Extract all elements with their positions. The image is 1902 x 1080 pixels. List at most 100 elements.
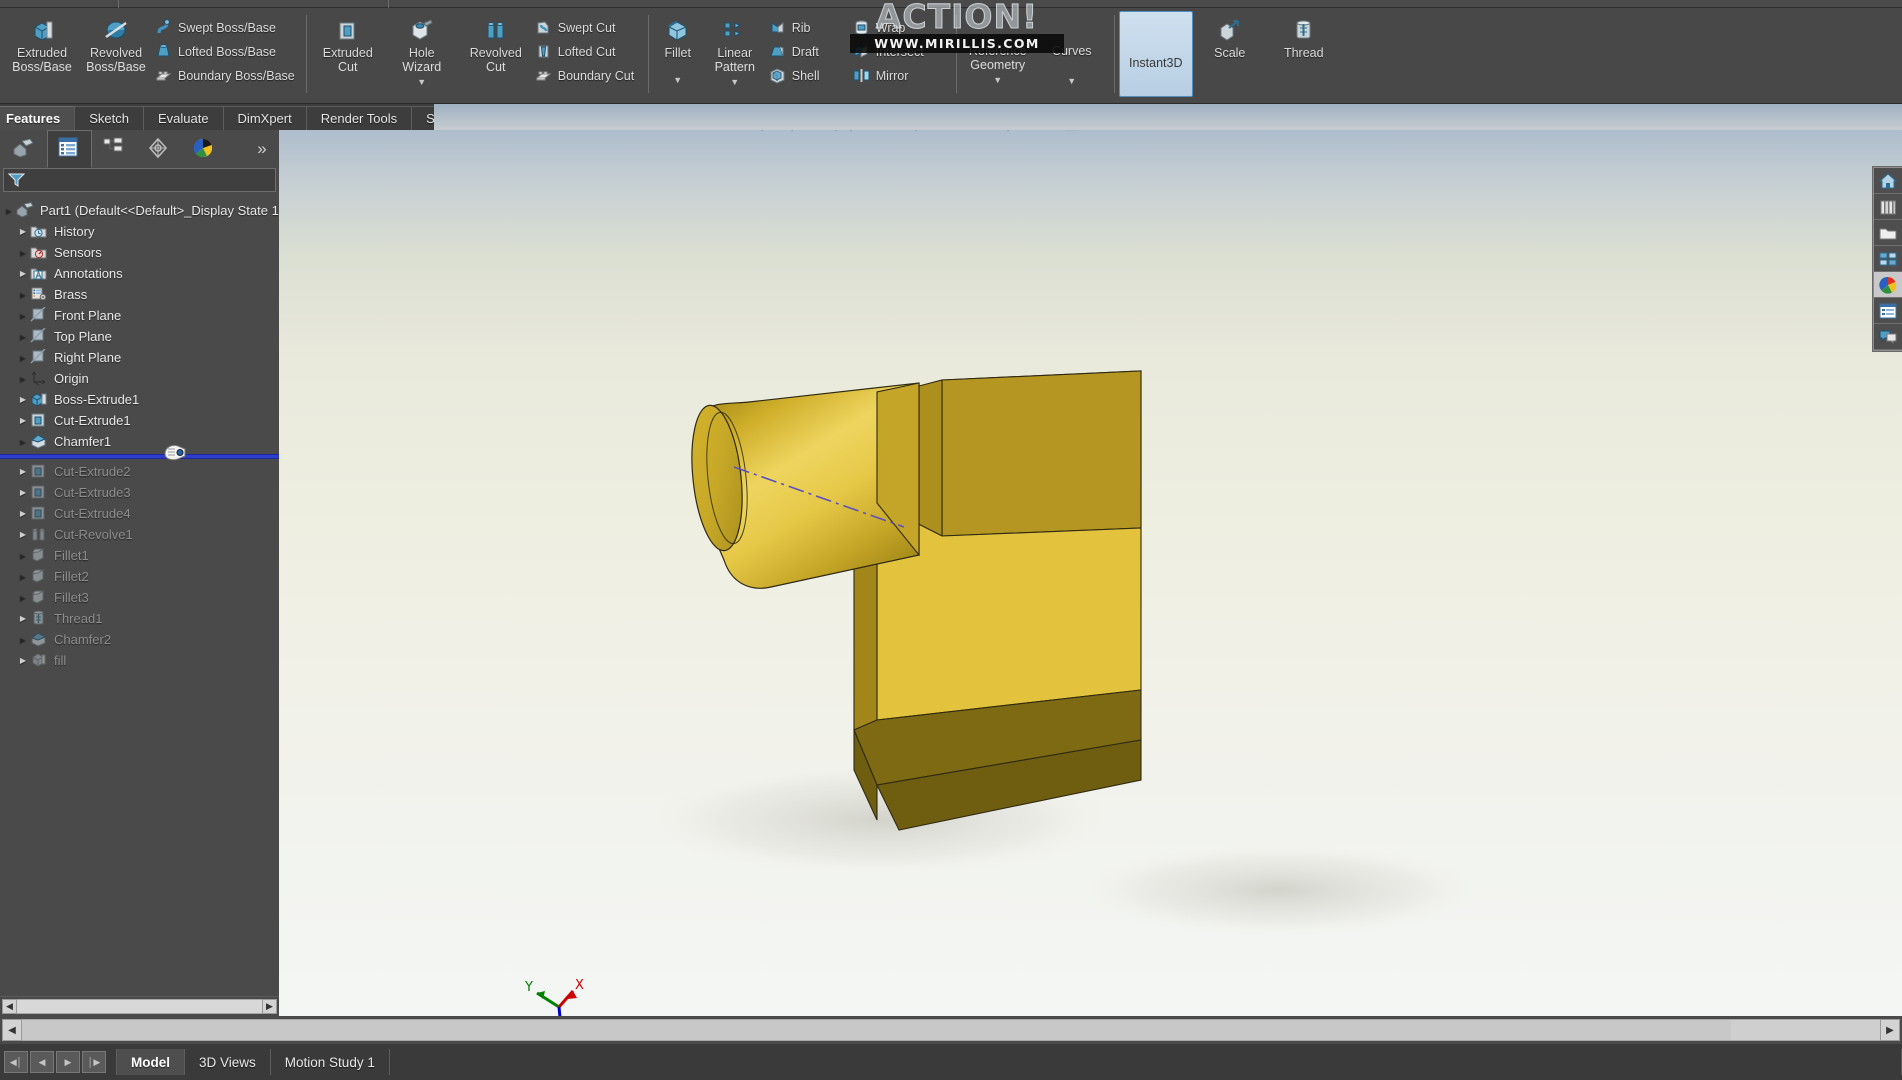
tab-render-tools[interactable]: Render Tools bbox=[305, 106, 413, 130]
status-tab-motion-study[interactable]: Motion Study 1 bbox=[271, 1049, 390, 1075]
tree-item-cut-revolve1[interactable]: ▶ Cut-Revolve1 bbox=[0, 524, 279, 545]
curves-button[interactable]: Curves ▼ bbox=[1035, 11, 1109, 86]
feature-tree-filter-input[interactable] bbox=[26, 173, 271, 187]
solidworks-forum-icon[interactable] bbox=[1874, 324, 1902, 350]
reference-geometry-dropdown-caret[interactable]: ▼ bbox=[993, 75, 1002, 85]
tree-item-right-plane[interactable]: ▶ Right Plane bbox=[0, 347, 279, 368]
intersect-button[interactable]: Intersect bbox=[851, 41, 951, 62]
hole-wizard-dropdown-caret[interactable]: ▼ bbox=[417, 77, 426, 87]
hole-wizard-button[interactable]: Hole Wizard ▼ bbox=[385, 11, 459, 87]
tree-item-cut-extrude2[interactable]: ▶ Cut-Extrude2 bbox=[0, 461, 279, 482]
tree-item-chamfer2[interactable]: ▶ Chamfer2 bbox=[0, 629, 279, 650]
curves-dropdown-caret[interactable]: ▼ bbox=[1067, 76, 1076, 86]
tab-evaluate[interactable]: Evaluate bbox=[142, 106, 224, 130]
thread-button[interactable]: Thread bbox=[1267, 11, 1341, 61]
fillet-dropdown-caret[interactable]: ▼ bbox=[673, 75, 682, 85]
shell-button[interactable]: Shell bbox=[767, 65, 851, 86]
expand-arrow-icon[interactable]: ▶ bbox=[16, 467, 30, 476]
graphics-area[interactable]: ▼ ▼ ▼ bbox=[279, 130, 1902, 1016]
property-manager-tab[interactable] bbox=[47, 130, 92, 168]
expand-arrow-icon[interactable]: ▶ bbox=[16, 416, 30, 425]
tree-item-thread1[interactable]: ▶ Thread1 bbox=[0, 608, 279, 629]
feature-tree[interactable]: ▶ Part1 (Default<<Default>_Display State… bbox=[0, 192, 279, 996]
tree-item-brass[interactable]: ▶ Brass bbox=[0, 284, 279, 305]
expand-arrow-icon[interactable]: ▶ bbox=[16, 656, 30, 665]
first-tab-button[interactable]: ◀│ bbox=[4, 1051, 28, 1073]
mirror-button[interactable]: Mirror bbox=[851, 65, 951, 86]
expand-arrow-icon[interactable]: ▶ bbox=[16, 614, 30, 623]
tree-item-front-plane[interactable]: ▶ Front Plane bbox=[0, 305, 279, 326]
expand-arrow-icon[interactable]: ▶ bbox=[16, 530, 30, 539]
tree-item-fillet1[interactable]: ▶ Fillet1 bbox=[0, 545, 279, 566]
linear-pattern-button[interactable]: Linear Pattern ▼ bbox=[703, 11, 767, 87]
extruded-boss-base-button[interactable]: Extruded Boss/Base bbox=[5, 11, 79, 74]
expand-arrow-icon[interactable]: ▶ bbox=[16, 509, 30, 518]
tab-sketch[interactable]: Sketch bbox=[74, 106, 144, 130]
tree-item-history[interactable]: ▶ History bbox=[0, 221, 279, 242]
status-tab-3d-views[interactable]: 3D Views bbox=[185, 1049, 271, 1075]
last-tab-button[interactable]: │▶ bbox=[82, 1051, 106, 1073]
swept-boss-base-button[interactable]: Swept Boss/Base bbox=[153, 17, 301, 38]
tab-features[interactable]: Features bbox=[0, 106, 76, 130]
tree-item-cut-extrude4[interactable]: ▶ Cut-Extrude4 bbox=[0, 503, 279, 524]
expand-arrow-icon[interactable]: ▶ bbox=[16, 395, 30, 404]
tree-item-cut-extrude1[interactable]: ▶ Cut-Extrude1 bbox=[0, 410, 279, 431]
rollback-bar-handle[interactable] bbox=[163, 442, 187, 462]
doc-hscroll-track[interactable] bbox=[22, 1019, 1880, 1041]
hscroll-left-button[interactable]: ◀ bbox=[2, 999, 17, 1014]
tree-item-origin[interactable]: ▶ Origin bbox=[0, 368, 279, 389]
feature-tree-filter[interactable] bbox=[3, 168, 276, 192]
custom-properties-icon[interactable] bbox=[1874, 298, 1902, 324]
boundary-cut-button[interactable]: Boundary Cut bbox=[533, 65, 643, 86]
expand-panel-button[interactable]: » bbox=[245, 130, 279, 168]
doc-hscroll-right-button[interactable]: ▶ bbox=[1880, 1019, 1900, 1041]
scale-button[interactable]: Scale bbox=[1193, 11, 1267, 61]
tab-dimxpert[interactable]: DimXpert bbox=[222, 106, 307, 130]
solidworks-resources-icon[interactable] bbox=[1874, 168, 1902, 194]
fillet-button[interactable]: Fillet ▼ bbox=[653, 11, 703, 85]
tree-item-sensors[interactable]: ▶ Sensors bbox=[0, 242, 279, 263]
rib-button[interactable]: Rib bbox=[767, 17, 851, 38]
rollback-bar[interactable] bbox=[0, 444, 279, 461]
doc-hscroll-left-button[interactable]: ◀ bbox=[2, 1019, 22, 1041]
status-tab-model[interactable]: Model bbox=[116, 1049, 185, 1075]
view-palette-icon[interactable] bbox=[1874, 246, 1902, 272]
configuration-manager-tab[interactable] bbox=[92, 130, 137, 168]
tree-item-fillet3[interactable]: ▶ Fillet3 bbox=[0, 587, 279, 608]
document-hscrollbar[interactable]: ◀ ▶ bbox=[0, 1016, 1902, 1044]
swept-cut-button[interactable]: Swept Cut bbox=[533, 17, 643, 38]
display-manager-tab[interactable] bbox=[182, 130, 227, 168]
draft-button[interactable]: Draft bbox=[767, 41, 851, 62]
feature-manager-design-tree-tab[interactable] bbox=[2, 130, 47, 168]
tree-item-chamfer1[interactable]: ▶ Chamfer1 bbox=[0, 431, 279, 452]
expand-arrow-icon[interactable]: ▶ bbox=[16, 269, 30, 278]
wrap-button[interactable]: Wrap bbox=[851, 17, 951, 38]
lofted-boss-base-button[interactable]: Lofted Boss/Base bbox=[153, 41, 301, 62]
tree-item-fill[interactable]: ▶ fill bbox=[0, 650, 279, 671]
expand-arrow-icon[interactable]: ▶ bbox=[16, 227, 30, 236]
lofted-cut-button[interactable]: Lofted Cut bbox=[533, 41, 643, 62]
hscroll-track[interactable] bbox=[17, 999, 262, 1014]
expand-arrow-icon[interactable]: ▶ bbox=[16, 488, 30, 497]
revolved-boss-base-button[interactable]: Revolved Boss/Base bbox=[79, 11, 153, 74]
reference-geometry-button[interactable]: Reference Geometry ▼ bbox=[961, 11, 1035, 85]
file-explorer-icon[interactable] bbox=[1874, 220, 1902, 246]
instant3d-button[interactable]: Instant3D bbox=[1118, 11, 1193, 97]
boundary-boss-base-button[interactable]: Boundary Boss/Base bbox=[153, 65, 301, 86]
brass-hex-fitting-model[interactable]: Y X Z bbox=[279, 130, 1902, 1016]
dimxpert-manager-tab[interactable] bbox=[137, 130, 182, 168]
appearances-scenes-icon[interactable] bbox=[1874, 272, 1902, 298]
revolved-cut-button[interactable]: Revolved Cut bbox=[459, 11, 533, 74]
tree-item-boss-extrude1[interactable]: ▶ Boss-Extrude1 bbox=[0, 389, 279, 410]
next-tab-button[interactable]: ▶ bbox=[56, 1051, 80, 1073]
tree-item-cut-extrude3[interactable]: ▶ Cut-Extrude3 bbox=[0, 482, 279, 503]
prev-tab-button[interactable]: ◀ bbox=[30, 1051, 54, 1073]
feature-tree-hscrollbar[interactable]: ◀ ▶ bbox=[0, 996, 279, 1016]
hscroll-right-button[interactable]: ▶ bbox=[262, 999, 277, 1014]
tree-root-part[interactable]: ▶ Part1 (Default<<Default>_Display State… bbox=[0, 199, 279, 221]
tree-item-fillet2[interactable]: ▶ Fillet2 bbox=[0, 566, 279, 587]
tree-item-top-plane[interactable]: ▶ Top Plane bbox=[0, 326, 279, 347]
tree-item-annotations[interactable]: ▶ A Annotations bbox=[0, 263, 279, 284]
linear-pattern-dropdown-caret[interactable]: ▼ bbox=[730, 77, 739, 87]
extruded-cut-button[interactable]: Extruded Cut bbox=[311, 11, 385, 74]
